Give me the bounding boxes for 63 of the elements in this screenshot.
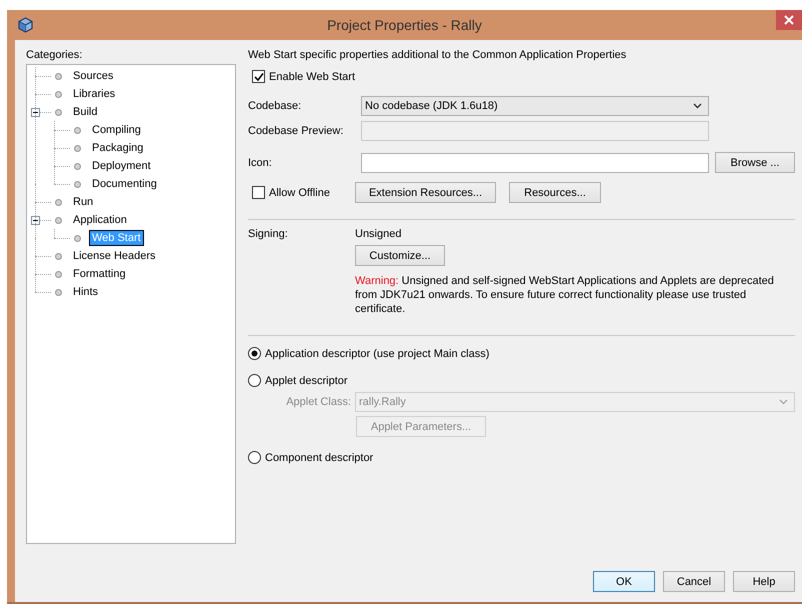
tree-item[interactable]: Application — [71, 213, 129, 227]
browse-button[interactable]: Browse ... — [715, 152, 795, 173]
codebase-dropdown[interactable]: No codebase (JDK 1.6u18) — [361, 96, 709, 116]
tree-item[interactable]: Build — [71, 105, 100, 119]
tree-item[interactable]: Libraries — [71, 87, 118, 101]
node-icon — [55, 252, 62, 260]
icon-label: Icon: — [248, 156, 273, 168]
window-title: Project Properties - Rally — [327, 17, 482, 33]
collapse-icon[interactable] — [31, 216, 40, 225]
dialog-button[interactable]: Help — [733, 571, 795, 592]
node-icon — [74, 180, 81, 188]
node-icon — [55, 270, 62, 278]
signing-label: Signing: — [248, 228, 289, 240]
categories-label: Categories: — [26, 49, 84, 61]
applet-class-label: Applet Class: — [285, 396, 352, 408]
icon-field[interactable] — [361, 152, 709, 172]
close-button[interactable] — [776, 10, 802, 30]
resources-button[interactable]: Resources... — [509, 182, 601, 203]
close-icon — [784, 15, 794, 25]
tree-item[interactable]: Formatting — [71, 267, 128, 281]
node-icon — [55, 216, 62, 224]
node-icon — [74, 126, 81, 134]
tree-item[interactable]: Sources — [71, 69, 116, 83]
tree-item[interactable]: License Headers — [71, 249, 158, 263]
allow-offline-label: Allow Offline — [269, 186, 330, 198]
radio-button[interactable] — [248, 347, 261, 360]
chevron-down-icon — [779, 399, 788, 405]
dialog-button[interactable]: Cancel — [663, 571, 725, 592]
signing-value: Unsigned — [355, 228, 402, 240]
chevron-down-icon — [693, 103, 702, 109]
node-icon — [74, 234, 81, 242]
node-icon — [55, 288, 62, 296]
radio-button[interactable] — [248, 451, 261, 464]
codebase-label: Codebase: — [248, 100, 302, 112]
checkbox[interactable] — [252, 70, 265, 83]
radio-label: Applet descriptor — [265, 374, 348, 386]
tree-item[interactable]: Run — [71, 195, 96, 209]
node-icon — [55, 108, 62, 116]
tree-item[interactable]: Deployment — [90, 159, 153, 173]
tree-item[interactable]: Hints — [71, 285, 100, 299]
warning-text: Warning: Unsigned and self-signed WebStart Applications and Applets are deprecated from JDK7u21 onwards. To ensure future correct functionality please use trusted certificate. — [355, 274, 775, 316]
combo-value: rally.Rally — [359, 396, 406, 408]
node-icon — [74, 144, 81, 152]
tree-item[interactable]: Packaging — [90, 141, 146, 155]
checkbox[interactable] — [252, 186, 265, 199]
node-icon — [74, 162, 81, 170]
node-icon — [55, 198, 62, 206]
collapse-icon[interactable] — [31, 108, 40, 117]
enable-label: Enable Web Start — [269, 70, 356, 82]
combo-value: No codebase (JDK 1.6u18) — [365, 100, 498, 112]
codebase-preview-label: Codebase Preview: — [248, 125, 344, 137]
customize-button[interactable]: Customize... — [355, 245, 445, 266]
extension-resources-button[interactable]: Extension Resources... — [355, 182, 496, 203]
section-description: Web Start specific properties additional to the Common Application Properties — [248, 49, 628, 61]
tree-item[interactable]: Compiling — [90, 123, 143, 137]
radio-label: Component descriptor — [265, 452, 374, 464]
tree-item[interactable]: Documenting — [90, 177, 159, 191]
node-icon — [55, 90, 62, 98]
radio-button[interactable] — [248, 374, 261, 387]
node-icon — [55, 72, 62, 80]
cube-icon — [18, 17, 33, 33]
radio-label: Application descriptor (use project Main class) — [265, 348, 490, 360]
dialog-button[interactable]: OK — [593, 571, 655, 592]
